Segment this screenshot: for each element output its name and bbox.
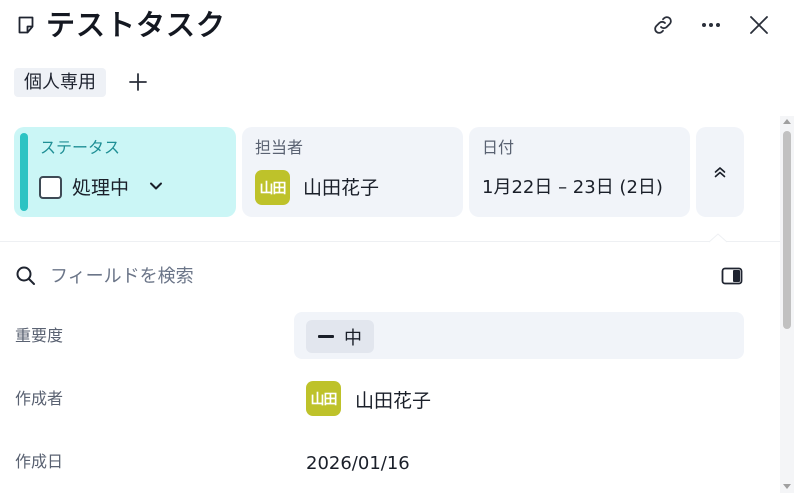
scrollbar-thumb[interactable]	[783, 131, 791, 329]
avatar: 山田	[255, 170, 290, 205]
priority-chip[interactable]: 中	[306, 320, 374, 353]
link-icon	[651, 13, 675, 37]
more-options-button[interactable]	[697, 11, 725, 39]
date-label: 日付	[482, 138, 515, 157]
note-icon	[16, 15, 36, 35]
status-dropdown-button[interactable]	[148, 178, 164, 194]
status-color-bar	[20, 133, 28, 211]
section-divider	[0, 241, 780, 242]
chevrons-up-icon	[712, 164, 728, 180]
task-title[interactable]: テストタスク	[46, 4, 226, 46]
field-search-input[interactable]	[50, 262, 690, 290]
chevron-down-icon	[148, 178, 164, 194]
status-value: 処理中	[72, 177, 130, 199]
tag-chip[interactable]: 個人専用	[14, 68, 106, 97]
assignee-name: 山田花子	[303, 177, 380, 199]
add-tag-button[interactable]	[125, 68, 151, 96]
more-icon	[699, 13, 723, 37]
plus-icon	[128, 72, 148, 92]
close-button[interactable]	[745, 11, 773, 39]
sidebar-panel-icon	[721, 267, 743, 285]
status-checkbox[interactable]	[39, 176, 62, 199]
search-icon	[15, 265, 37, 287]
scroll-up-arrow[interactable]	[783, 118, 791, 126]
priority-value: 中	[344, 327, 362, 349]
collapse-properties-button[interactable]	[696, 127, 744, 217]
close-icon	[747, 13, 771, 37]
field-label-creator: 作成者	[15, 389, 64, 408]
divider-notch	[709, 233, 727, 243]
creator-name: 山田花子	[355, 390, 432, 412]
scroll-down-arrow[interactable]	[783, 482, 791, 490]
creator-avatar: 山田	[306, 381, 341, 416]
priority-medium-icon	[318, 335, 334, 338]
field-label-created-date: 作成日	[15, 452, 64, 471]
status-label: ステータス	[40, 138, 121, 157]
field-label-priority: 重要度	[15, 326, 64, 345]
date-value: 1月22日 – 23日 (2日)	[482, 177, 663, 198]
created-date-value: 2026/01/16	[306, 453, 410, 474]
assignee-label: 担当者	[255, 138, 304, 157]
toggle-panel-button[interactable]	[718, 264, 746, 288]
copy-link-button[interactable]	[649, 11, 677, 39]
